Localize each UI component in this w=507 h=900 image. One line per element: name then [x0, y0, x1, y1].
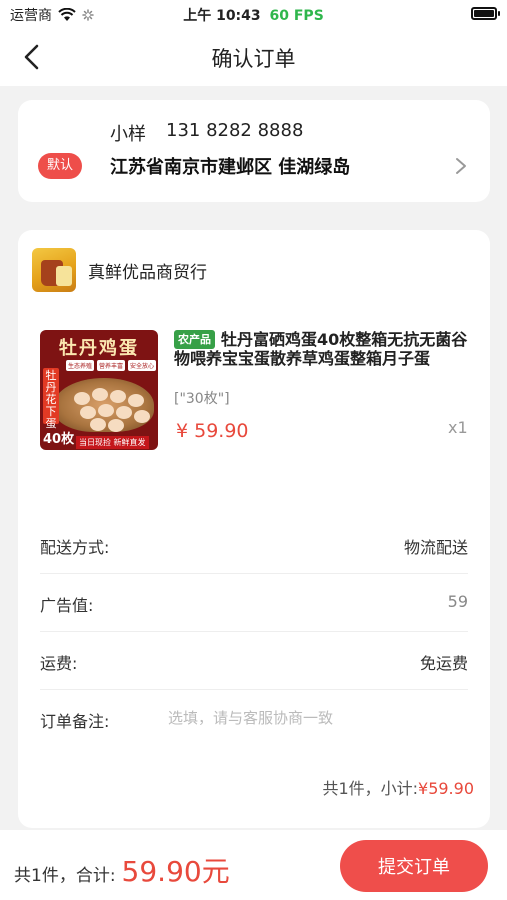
- image-tag: 生态养殖: [66, 360, 95, 371]
- order-note-row: 订单备注:: [40, 690, 468, 748]
- product-price: ¥ 59.90: [176, 420, 249, 442]
- ad-value: 59: [447, 592, 468, 611]
- product-spec: ["30枚"]: [174, 391, 230, 407]
- shipping-label: 运费:: [40, 654, 78, 673]
- product-image-title: 牡丹鸡蛋: [59, 338, 139, 359]
- total-label: 共1件，合计:: [14, 866, 116, 886]
- shipping-row: 运费: 免运费: [40, 632, 468, 690]
- status-bar: 运营商 上午 10:43 60 FPS: [0, 0, 507, 28]
- total-amount: 59.90元: [121, 855, 230, 888]
- order-note-label: 订单备注:: [40, 712, 110, 731]
- product-image-count: 40枚: [43, 432, 75, 447]
- recipient-name: 小样: [110, 124, 146, 145]
- default-badge: 默认: [38, 153, 82, 179]
- chevron-right-icon[interactable]: [454, 156, 468, 176]
- status-center: 上午 10:43 60 FPS: [0, 5, 507, 25]
- ad-label: 广告值:: [40, 596, 94, 615]
- product-quantity: x1: [448, 418, 468, 437]
- product-image-side-label: 牡丹花下蛋: [43, 368, 59, 430]
- delivery-value: 物流配送: [403, 538, 468, 557]
- ad-value-row: 广告值: 59: [40, 574, 468, 632]
- shop-logo: [32, 248, 76, 292]
- shop-name: 真鲜优品商贸行: [88, 262, 207, 283]
- shipping-value: 免运费: [419, 654, 468, 673]
- subtotal-label: 共1件，小计:: [322, 779, 419, 798]
- order-card: 真鲜优品商贸行 牡丹鸡蛋 生态养殖 营养丰富 安全放心 牡丹花下蛋 40枚 当日…: [18, 230, 490, 828]
- submit-order-button[interactable]: 提交订单: [340, 840, 488, 892]
- checkout-bar: 共1件，合计: 59.90元 提交订单: [0, 830, 507, 900]
- fps-counter: 60 FPS: [269, 8, 324, 24]
- order-total: 共1件，合计: 59.90元: [14, 850, 230, 890]
- battery-icon: [471, 7, 500, 20]
- subtotal: 共1件，小计:¥59.90: [322, 775, 474, 799]
- product-title[interactable]: 农产品 牡丹富硒鸡蛋40枚整箱无抗无菌谷物喂养宝宝蛋散养草鸡蛋整箱月子蛋: [174, 330, 474, 368]
- delivery-row[interactable]: 配送方式: 物流配送: [40, 516, 468, 574]
- product-title-text: 牡丹富硒鸡蛋40枚整箱无抗无菌谷物喂养宝宝蛋散养草鸡蛋整箱月子蛋: [174, 330, 468, 368]
- product-image-tags: 生态养殖 营养丰富 安全放心: [66, 360, 157, 371]
- address-card[interactable]: 小样 131 8282 8888 默认 江苏省南京市建邺区 佳湖绿岛: [18, 100, 490, 202]
- nav-bar: 确认订单: [0, 28, 507, 86]
- delivery-label: 配送方式:: [40, 538, 110, 557]
- image-tag: 营养丰富: [97, 360, 126, 371]
- subtotal-amount: ¥59.90: [418, 779, 474, 798]
- product-image[interactable]: 牡丹鸡蛋 生态养殖 营养丰富 安全放心 牡丹花下蛋 40枚 当日现捡 新鲜直发: [40, 330, 158, 450]
- recipient-phone: 131 8282 8888: [166, 120, 304, 141]
- page-title: 确认订单: [211, 47, 296, 71]
- address-text: 江苏省南京市建邺区 佳湖绿岛: [110, 157, 351, 178]
- clock: 上午 10:43: [183, 8, 261, 24]
- shop-header[interactable]: 真鲜优品商贸行: [32, 248, 207, 292]
- product-image-footer: 当日现捡 新鲜直发: [76, 436, 149, 449]
- contact-info: 小样 131 8282 8888: [110, 120, 303, 146]
- order-note-input[interactable]: [168, 706, 458, 730]
- image-tag: 安全放心: [128, 360, 157, 371]
- farm-product-badge: 农产品: [174, 330, 215, 349]
